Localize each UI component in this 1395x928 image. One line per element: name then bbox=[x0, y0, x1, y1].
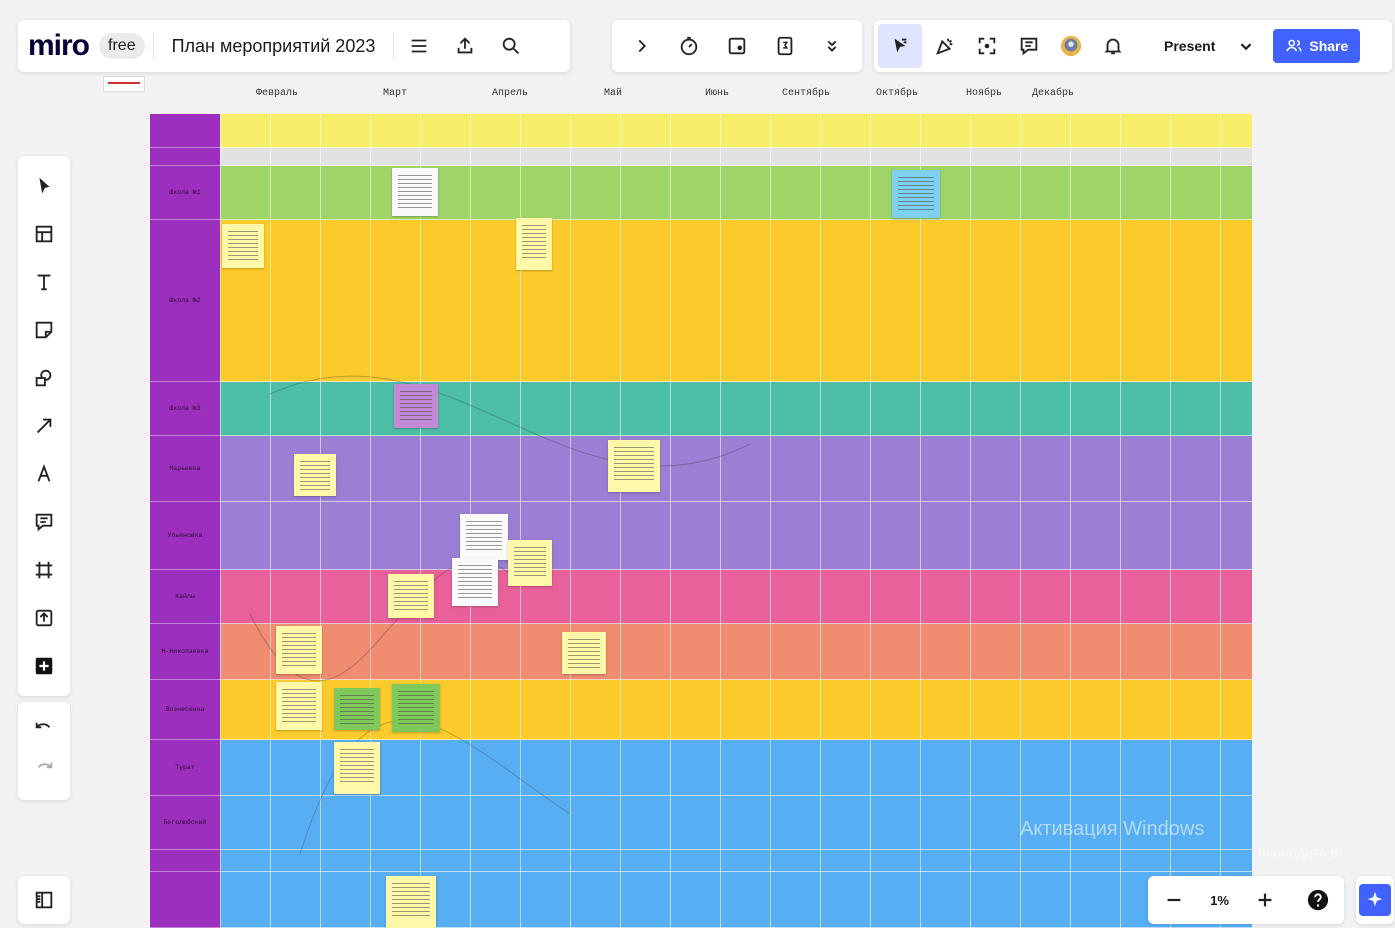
arrow-icon[interactable] bbox=[24, 406, 64, 446]
sticky-note[interactable] bbox=[516, 218, 552, 270]
card-icon[interactable] bbox=[720, 29, 754, 63]
chevron-right-icon[interactable] bbox=[625, 29, 659, 63]
shapes-icon[interactable] bbox=[24, 358, 64, 398]
sticky-note-icon[interactable] bbox=[24, 310, 64, 350]
menu-icon[interactable] bbox=[402, 29, 436, 63]
month-label: Сентябрь bbox=[782, 88, 831, 99]
select-icon[interactable] bbox=[24, 166, 64, 206]
more-apps-icon[interactable] bbox=[24, 646, 64, 686]
share-button[interactable]: Share bbox=[1273, 29, 1361, 63]
chevron-double-down-icon[interactable] bbox=[815, 29, 849, 63]
text-icon[interactable] bbox=[24, 262, 64, 302]
comment-tool-icon[interactable] bbox=[24, 502, 64, 542]
sticky-note[interactable] bbox=[392, 168, 438, 216]
sticky-note[interactable] bbox=[386, 876, 436, 928]
month-label: Апрель bbox=[492, 88, 529, 99]
divider bbox=[393, 33, 395, 59]
frame-thumbnail[interactable] bbox=[103, 76, 145, 92]
ai-assistant-button[interactable] bbox=[1356, 876, 1394, 924]
board-canvas[interactable]: Школа №1 Школа №2 Школа №3 Марьевка Улья… bbox=[150, 114, 1252, 928]
chevron-down-icon[interactable] bbox=[1229, 29, 1263, 63]
celebrate-icon[interactable] bbox=[928, 29, 962, 63]
sticky-note[interactable] bbox=[460, 514, 508, 560]
sticky-note[interactable] bbox=[394, 384, 438, 428]
sticky-note[interactable] bbox=[294, 454, 336, 496]
select-cursor-icon[interactable] bbox=[878, 24, 922, 68]
templates-icon[interactable] bbox=[24, 214, 64, 254]
windows-activation-watermark: Активация Windows bbox=[1020, 818, 1205, 840]
timer-icon[interactable] bbox=[672, 29, 706, 63]
month-label: Июнь bbox=[705, 88, 730, 99]
month-label: Февраль bbox=[256, 88, 299, 99]
zoom-level[interactable]: 1% bbox=[1210, 893, 1229, 908]
board-actions-panel: Present Share bbox=[874, 20, 1392, 72]
avatar[interactable] bbox=[1054, 29, 1088, 63]
sticky-note[interactable] bbox=[452, 558, 498, 606]
help-icon[interactable] bbox=[1301, 883, 1335, 917]
sticky-note[interactable] bbox=[608, 440, 660, 492]
divider bbox=[152, 33, 154, 59]
sticky-note[interactable] bbox=[276, 682, 322, 730]
share-label: Share bbox=[1309, 38, 1349, 54]
pen-icon[interactable] bbox=[24, 454, 64, 494]
undo-icon[interactable] bbox=[24, 711, 64, 751]
miro-logo[interactable]: miro bbox=[28, 29, 90, 63]
month-label: Май bbox=[604, 88, 623, 99]
sticky-note[interactable] bbox=[562, 632, 606, 674]
sticky-note[interactable] bbox=[334, 688, 380, 730]
number-icon[interactable] bbox=[768, 29, 802, 63]
sparkle-icon bbox=[1359, 884, 1391, 916]
present-button[interactable]: Present bbox=[1150, 29, 1229, 63]
plan-badge[interactable]: free bbox=[99, 33, 145, 59]
sticky-note[interactable] bbox=[222, 224, 264, 268]
upload-icon[interactable] bbox=[24, 598, 64, 638]
sticky-note[interactable] bbox=[508, 540, 552, 586]
bell-icon[interactable] bbox=[1096, 29, 1130, 63]
collaboration-tools-panel bbox=[612, 20, 862, 72]
zoom-controls: 1% bbox=[1148, 876, 1344, 924]
windows-activation-hint: перейдите в bbox=[1258, 844, 1338, 860]
sticky-note[interactable] bbox=[334, 742, 380, 794]
month-label: Март bbox=[383, 88, 408, 99]
comment-icon[interactable] bbox=[1012, 29, 1046, 63]
panels-toggle[interactable] bbox=[18, 876, 70, 924]
board-title[interactable]: План мероприятий 2023 bbox=[172, 36, 376, 57]
connector-lines bbox=[249, 375, 751, 855]
sticky-note[interactable] bbox=[892, 170, 940, 218]
redo-icon[interactable] bbox=[24, 751, 64, 791]
frame-icon[interactable] bbox=[24, 550, 64, 590]
zoom-out-icon[interactable] bbox=[1157, 883, 1191, 917]
sticky-note[interactable] bbox=[388, 574, 434, 618]
sidebar-icon bbox=[27, 883, 61, 917]
search-icon[interactable] bbox=[494, 29, 528, 63]
tools-toolbar bbox=[18, 156, 70, 696]
sticky-note[interactable] bbox=[276, 626, 322, 674]
focus-icon[interactable] bbox=[970, 29, 1004, 63]
export-icon[interactable] bbox=[448, 29, 482, 63]
users-icon bbox=[1286, 39, 1302, 52]
month-label: Ноябрь bbox=[966, 88, 1003, 99]
history-toolbar bbox=[18, 702, 70, 800]
zoom-in-icon[interactable] bbox=[1248, 883, 1282, 917]
month-label: Октябрь bbox=[876, 88, 919, 99]
sticky-note[interactable] bbox=[392, 684, 440, 732]
watermark-subtitle: перейдите в bbox=[1258, 844, 1339, 860]
month-label: Декабрь bbox=[1032, 88, 1075, 99]
board-header-panel: miro free План мероприятий 2023 bbox=[18, 20, 570, 72]
